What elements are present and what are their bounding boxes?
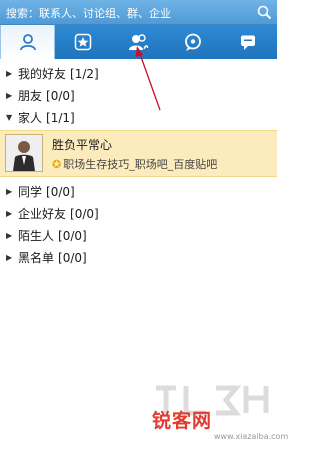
collapsed-arrow-icon: ▶ (6, 253, 13, 262)
expanded-arrow-icon: ▼ (6, 113, 13, 122)
group-count: [0/0] (58, 229, 87, 243)
collapsed-arrow-icon: ▶ (6, 231, 13, 240)
collapsed-arrow-icon: ▶ (6, 209, 13, 218)
collapsed-arrow-icon: ▶ (6, 187, 13, 196)
favorite-star-icon (74, 33, 91, 51)
search-icon[interactable] (256, 4, 273, 21)
watermark-url: www.xiazaiba.com (214, 432, 289, 441)
watermark-logo: 锐客网 (152, 410, 213, 432)
tab-groups[interactable] (110, 25, 165, 59)
collapsed-arrow-icon: ▶ (6, 69, 13, 78)
tab-contacts[interactable] (0, 25, 55, 59)
group-enterprise-friends[interactable]: ▶ 企业好友 [0/0] (0, 203, 277, 225)
tab-recent[interactable] (220, 25, 275, 59)
contacts-icon (19, 34, 36, 51)
group-family[interactable]: ▼ 家人 [1/1] (0, 107, 277, 129)
group-count: [0/0] (58, 251, 87, 265)
group-label: 我的好友 (18, 67, 67, 81)
group-count: [0/0] (46, 89, 75, 103)
group-count: [0/0] (70, 207, 99, 221)
group-count: [1/1] (46, 111, 75, 125)
group-count: [1/2] (70, 67, 99, 81)
vip-star-icon: ✪ (52, 158, 62, 171)
contact-name: 胜负平常心 (52, 138, 113, 152)
tab-bar (0, 25, 277, 59)
recent-chat-icon (240, 35, 255, 50)
group-label: 黑名单 (18, 251, 55, 265)
avatar (5, 134, 43, 172)
search-input[interactable]: 搜索：联系人、讨论组、群、企业 (6, 5, 171, 21)
contact-item[interactable]: 胜负平常心 ✪ 职场生存技巧_职场吧_百度贴吧 (0, 130, 277, 177)
collapsed-arrow-icon: ▶ (6, 91, 13, 100)
search-bar[interactable]: 搜索：联系人、讨论组、群、企业 (0, 0, 277, 25)
tab-favorites[interactable] (55, 25, 110, 59)
group-label: 朋友 (18, 89, 43, 103)
group-blacklist[interactable]: ▶ 黑名单 [0/0] (0, 247, 277, 269)
groups-icon (128, 34, 148, 50)
group-my-friends[interactable]: ▶ 我的好友 [1/2] (0, 63, 277, 85)
group-label: 家人 (18, 111, 43, 125)
group-classmates[interactable]: ▶ 同学 [0/0] (0, 181, 277, 203)
discussion-icon (184, 33, 201, 51)
group-label: 陌生人 (18, 229, 55, 243)
group-friends[interactable]: ▶ 朋友 [0/0] (0, 85, 277, 107)
group-count: [0/0] (46, 185, 75, 199)
tab-discussion[interactable] (165, 25, 220, 59)
contact-signature: ✪ 职场生存技巧_职场吧_百度贴吧 (52, 158, 218, 171)
group-label: 企业好友 (18, 207, 67, 221)
group-strangers[interactable]: ▶ 陌生人 [0/0] (0, 225, 277, 247)
contact-list: ▶ 我的好友 [1/2] ▶ 朋友 [0/0] ▼ 家人 [1/1] 胜负平常心 ✪ 职场生存… (0, 59, 277, 269)
group-label: 同学 (18, 185, 43, 199)
